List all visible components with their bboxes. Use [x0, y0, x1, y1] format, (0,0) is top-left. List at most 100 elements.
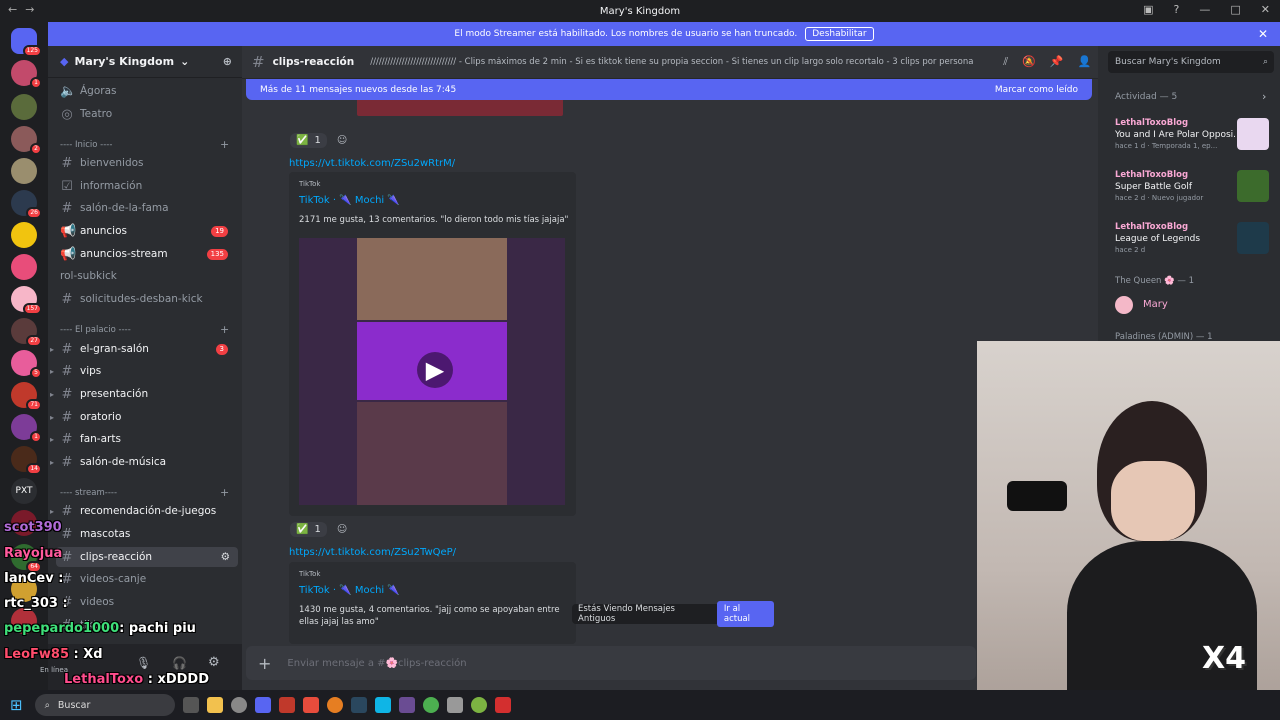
mark-read-button[interactable]: Marcar como leído [995, 85, 1078, 95]
close-window-button[interactable]: ✕ [1261, 3, 1270, 16]
activity-item[interactable]: LethalToxoBlog League of Legends hace 2 … [1115, 222, 1235, 254]
channel-item[interactable]: ☑ información [56, 176, 238, 196]
embed-author[interactable]: TikTok · 🌂 Mochi 🌂 [299, 195, 400, 206]
message-input[interactable]: + Enviar mensaje a #🌸clips-reacción [246, 646, 976, 680]
minimize-button[interactable]: — [1199, 3, 1210, 16]
activity-item[interactable]: LethalToxoBlog You and I Are Polar Oppos… [1115, 118, 1235, 150]
threads-icon[interactable]: ⫽ [1003, 55, 1008, 69]
app-icon[interactable] [470, 697, 487, 713]
message-link[interactable]: https://vt.tiktok.com/ZSu2TwQeP/ [289, 547, 456, 558]
channel-item[interactable]: ▸ # presentación [50, 384, 238, 404]
member-name[interactable]: Mary [1143, 299, 1168, 310]
channel-item[interactable]: # videos [56, 592, 238, 612]
channel-item[interactable]: # mascotas [56, 524, 238, 544]
settings-icon[interactable]: ⚙ [208, 655, 220, 670]
server-header[interactable]: ◆ Mary's Kingdom ⌄ ⊕ [48, 46, 242, 78]
add-channel-icon[interactable]: + [220, 138, 229, 151]
channel-item[interactable]: ▸ # fan-arts [50, 429, 238, 449]
server-icon[interactable]: 14 [11, 446, 42, 475]
app-icon[interactable] [302, 697, 319, 713]
chevron-right-icon: ▸ [50, 344, 55, 354]
channel-item[interactable]: 📢 anuncios 19 [56, 221, 238, 241]
nav-arrows[interactable]: ←→ [8, 3, 42, 16]
app-icon[interactable] [446, 697, 463, 713]
chrome-icon[interactable] [422, 697, 439, 713]
app-icon[interactable] [230, 697, 247, 713]
activity-item[interactable]: LethalToxoBlog Super Battle Golf hace 2 … [1115, 170, 1235, 202]
headphones-icon[interactable]: 🎧 [172, 656, 187, 670]
steam-icon[interactable] [350, 697, 367, 713]
close-icon[interactable]: ✕ [1258, 27, 1268, 41]
search-input[interactable]: Buscar Mary's Kingdom ⌕ [1108, 51, 1274, 73]
channel-item[interactable]: 📢 anuncios-stream 135 [56, 244, 238, 264]
channel-item[interactable]: ▸ # salón-de-música [50, 452, 238, 472]
pin-icon[interactable]: 📌 [1050, 55, 1064, 69]
settings-icon[interactable]: ⚙ [221, 551, 230, 563]
channel-item[interactable]: # videos-canje [56, 569, 238, 589]
play-icon[interactable]: ▶ [417, 352, 453, 388]
app-icon[interactable] [278, 697, 295, 713]
channel-item[interactable]: ▸ # oratorio [50, 407, 238, 427]
channel-item-selected[interactable]: # clips-reacción ⚙ [56, 547, 238, 567]
reaction-pill[interactable]: ✅ 1 [290, 522, 327, 537]
add-reaction-icon[interactable]: ☺ [337, 524, 347, 535]
channel-item[interactable]: # solicitudes-desban-kick [56, 289, 238, 309]
stage-channel[interactable]: ◎ Teatro [56, 104, 238, 124]
channel-item[interactable]: # salón-de-la-fama [56, 198, 238, 218]
voice-channel[interactable]: 🔈 Ágoras [56, 81, 238, 101]
channel-item[interactable]: ▸ # recomendación-de-juegos [50, 501, 238, 521]
channel-topic[interactable]: ////////////////////////////// - Clips m… [370, 57, 995, 67]
add-member-icon[interactable]: ⊕ [223, 55, 232, 68]
file-explorer-icon[interactable] [206, 697, 223, 713]
members-icon[interactable]: 👤 [1078, 55, 1092, 69]
activity-header[interactable]: Actividad — 5 [1115, 92, 1177, 102]
channel-item[interactable]: ▸ # vips [50, 361, 238, 381]
task-view-icon[interactable] [182, 697, 199, 713]
category-inicio[interactable]: ---- Inicio ---- + [60, 138, 229, 151]
maximize-button[interactable]: □ [1230, 3, 1240, 16]
channel-item[interactable]: # bienvenidos [56, 153, 238, 173]
server-icon[interactable] [11, 94, 37, 120]
server-icon[interactable]: 71 [11, 382, 42, 411]
discord-icon[interactable] [254, 697, 271, 713]
category-stream[interactable]: ---- stream---- + [60, 486, 229, 499]
server-icon[interactable] [11, 158, 37, 184]
server-icon[interactable]: 2 [11, 126, 42, 155]
windows-start-icon[interactable]: ⊞ [10, 696, 23, 714]
disable-streamer-button[interactable]: Deshabilitar [805, 27, 874, 41]
taskbar-search[interactable]: ⌕ Buscar [34, 694, 175, 716]
server-icon[interactable]: 5 [11, 350, 42, 379]
message-link[interactable]: https://vt.tiktok.com/ZSu2wRtrM/ [289, 158, 455, 169]
new-messages-bar[interactable]: Más de 11 mensajes nuevos desde las 7:45… [246, 79, 1092, 100]
channel-item[interactable]: ▸ # el-gran-salón 3 [50, 339, 238, 359]
bell-off-icon[interactable]: 🔕 [1022, 55, 1036, 69]
server-icon[interactable]: 27 [11, 318, 42, 347]
embed-author[interactable]: TikTok · 🌂 Mochi 🌂 [299, 585, 400, 596]
firefox-icon[interactable] [326, 697, 343, 713]
server-icon[interactable]: 1 [11, 60, 42, 89]
jump-present-button[interactable]: Ir al actual [716, 601, 774, 627]
inbox-icon[interactable]: ▣ [1143, 3, 1153, 16]
microphone-icon[interactable]: 🎙 [136, 656, 151, 670]
embed-video[interactable]: ▶ [299, 238, 565, 505]
server-icon[interactable]: 1 [11, 414, 42, 443]
app-icon[interactable] [374, 697, 391, 713]
avatar[interactable] [1115, 296, 1133, 314]
chevron-right-icon[interactable]: › [1262, 90, 1266, 103]
server-icon[interactable] [11, 254, 37, 280]
server-icon[interactable]: 157 [11, 286, 42, 315]
add-channel-icon[interactable]: + [220, 486, 229, 499]
app-icon[interactable] [494, 697, 511, 713]
reaction-pill[interactable]: ✅ 1 [290, 133, 327, 148]
add-channel-icon[interactable]: + [220, 323, 229, 336]
add-attachment-icon[interactable]: + [258, 654, 271, 673]
add-reaction-icon[interactable]: ☺ [337, 135, 347, 146]
home-button[interactable]: 125 [11, 28, 42, 57]
help-icon[interactable]: ? [1174, 3, 1180, 16]
channel-item[interactable]: rol-subkick [56, 266, 238, 286]
server-icon[interactable]: 26 [11, 190, 42, 219]
category-palacio[interactable]: ---- El palacio ---- + [60, 323, 229, 336]
obs-icon[interactable] [398, 697, 415, 713]
server-icon[interactable] [11, 222, 37, 248]
server-icon[interactable]: PXT [11, 478, 37, 504]
